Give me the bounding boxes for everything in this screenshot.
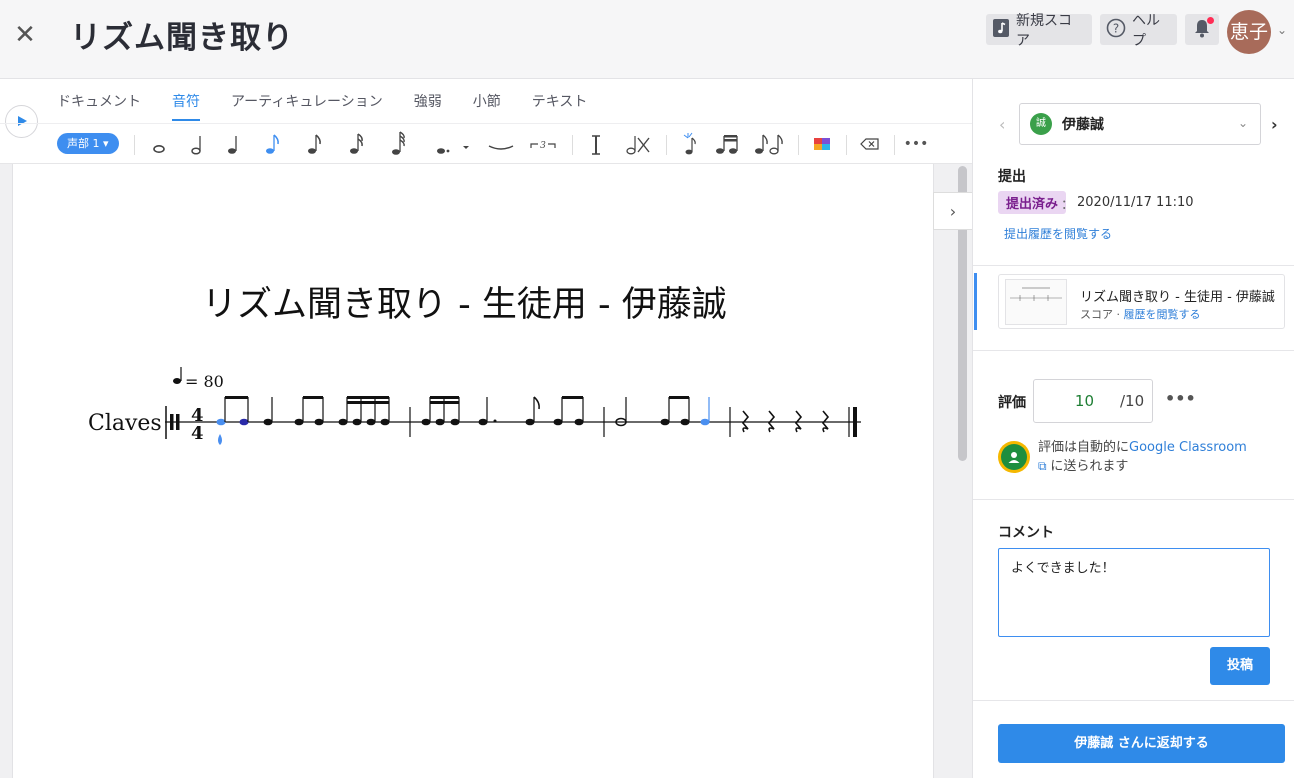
divider xyxy=(973,499,1294,500)
external-link-icon[interactable]: ⧉ xyxy=(1038,459,1050,473)
toolbar-tabs: ドキュメント 音符 アーティキュレーション 強弱 小節 テキスト xyxy=(57,91,618,121)
divider xyxy=(846,135,847,155)
chevron-right-icon: › xyxy=(949,202,957,221)
return-to-student-button[interactable]: 伊藤誠 さんに返却する xyxy=(998,724,1285,763)
post-button[interactable]: 投稿 xyxy=(1210,647,1270,685)
student-avatar: 誠 xyxy=(1030,113,1052,135)
cursor-marker xyxy=(218,434,222,445)
divider xyxy=(798,135,799,155)
score-file-icon xyxy=(992,18,1010,42)
divider xyxy=(134,135,135,155)
grace-note-icon[interactable] xyxy=(676,130,704,158)
student-name: 伊藤誠 xyxy=(1062,117,1104,133)
quarter-note-icon[interactable] xyxy=(220,130,248,158)
tempo-text: = 80 xyxy=(185,372,224,391)
tab-document[interactable]: ドキュメント xyxy=(57,91,141,121)
tab-text[interactable]: テキスト xyxy=(532,91,588,121)
divider xyxy=(572,135,573,155)
chevron-left-icon[interactable]: ‹ xyxy=(999,115,1005,134)
help-label: ヘルプ xyxy=(1132,12,1160,49)
tab-articulation[interactable]: アーティキュレーション xyxy=(231,91,383,121)
comment-heading: コメント xyxy=(998,525,1054,541)
beam-icon[interactable] xyxy=(712,130,742,158)
submission-history-link[interactable]: 提出履歴を閲覧する xyxy=(1004,225,1112,242)
divider xyxy=(973,265,1294,266)
remove-note-icon[interactable] xyxy=(622,130,652,158)
new-score-button[interactable]: 新規スコア xyxy=(986,13,1092,49)
classroom-sync-note: 評価は自動的にGoogle Classroom ⧉ に送られます xyxy=(1038,440,1247,474)
svg-text:3: 3 xyxy=(540,141,546,151)
comment-input[interactable]: よくできました！ xyxy=(998,548,1270,637)
submission-heading: 提出 xyxy=(998,169,1026,185)
time-separator: ： xyxy=(1061,198,1075,213)
collapse-panel-button[interactable]: › xyxy=(933,192,972,230)
score-page: リズム聞き取り - 生徒用 - 伊藤誠 = 80 Claves 4 4 xyxy=(12,164,934,778)
grade-heading: 評価 xyxy=(998,395,1026,411)
google-classroom-icon xyxy=(998,441,1030,473)
flagged-notes-icon[interactable] xyxy=(752,130,786,158)
thirty-second-note-icon[interactable] xyxy=(384,130,412,158)
chevron-right-icon[interactable]: › xyxy=(1271,115,1278,134)
page-title: リズム聞き取り xyxy=(70,20,294,56)
tuplet-icon[interactable]: 3 xyxy=(528,130,558,158)
delete-icon[interactable] xyxy=(856,130,884,158)
tab-dynamics[interactable]: 強弱 xyxy=(414,91,442,121)
score-card-title: リズム聞き取り - 生徒用 - 伊藤誠 xyxy=(1080,290,1275,305)
notifications-button[interactable] xyxy=(1185,14,1219,45)
score-card[interactable]: リズム聞き取り - 生徒用 - 伊藤誠 スコア · 履歴を閲覧する xyxy=(974,273,1285,330)
tie-icon[interactable] xyxy=(486,130,516,158)
student-select[interactable]: 誠 伊藤誠 ⌄ xyxy=(1019,103,1261,145)
review-panel: ‹ 誠 伊藤誠 ⌄ › 提出 提出済み ： 2020/11/17 11:10 提… xyxy=(972,79,1294,778)
instrument-name: Claves xyxy=(88,411,162,436)
score-thumbnail xyxy=(1005,279,1067,325)
grade-input[interactable]: 10 /10 xyxy=(1033,379,1153,423)
selection-indicator xyxy=(974,273,977,330)
divider xyxy=(973,700,1294,701)
chevron-down-icon: ⌄ xyxy=(1237,116,1248,130)
voice-label: 声部 1 xyxy=(67,137,100,150)
note-tools-row: 声部 1 ▾ 3 ••• xyxy=(0,123,972,164)
chevron-down-icon[interactable]: ⌄ xyxy=(1277,23,1287,37)
tab-measures[interactable]: 小節 xyxy=(473,91,501,121)
editor-toolbar: ドキュメント 音符 アーティキュレーション 強弱 小節 テキスト 声部 1 ▾ xyxy=(0,79,972,164)
submission-time: 2020/11/17 11:10 xyxy=(1077,195,1194,210)
more-icon[interactable]: ••• xyxy=(1165,389,1196,408)
tempo-marking: = 80 xyxy=(173,367,224,391)
help-button[interactable]: ? ヘルプ xyxy=(1100,13,1177,49)
status-badge: 提出済み xyxy=(998,191,1067,214)
eighth-note-icon[interactable] xyxy=(300,130,328,158)
score-notation: = 80 Claves 4 4 xyxy=(88,367,861,445)
half-note-icon[interactable] xyxy=(184,130,212,158)
tab-notes[interactable]: 音符 xyxy=(172,91,200,121)
score-history-link[interactable]: 履歴を閲覧する xyxy=(1124,308,1201,321)
more-icon[interactable]: ••• xyxy=(902,130,930,158)
stem-icon[interactable] xyxy=(582,130,610,158)
notification-dot xyxy=(1207,17,1214,24)
score-card-meta: スコア · 履歴を閲覧する xyxy=(1080,308,1201,321)
grade-max: /10 xyxy=(1120,392,1145,410)
time-sig-bottom: 4 xyxy=(191,423,204,444)
close-button[interactable]: ✕ xyxy=(10,20,40,50)
dotted-note-icon[interactable] xyxy=(426,130,472,158)
divider xyxy=(894,135,895,155)
grade-value[interactable]: 10 xyxy=(1034,392,1094,410)
eighth-note-icon[interactable] xyxy=(258,130,286,158)
svg-text:?: ? xyxy=(1113,21,1119,35)
whole-note-icon[interactable] xyxy=(145,130,173,158)
divider xyxy=(666,135,667,155)
user-avatar[interactable]: 恵子 xyxy=(1227,10,1271,54)
app-header: ✕ リズム聞き取り 新規スコア ? ヘルプ 恵子 ⌄ xyxy=(0,0,1294,79)
sixteenth-note-icon[interactable] xyxy=(342,130,370,158)
new-score-label: 新規スコア xyxy=(1016,12,1072,49)
google-classroom-link[interactable]: Google Classroom xyxy=(1129,440,1247,455)
help-icon: ? xyxy=(1106,18,1126,42)
color-palette-icon[interactable] xyxy=(808,130,836,158)
divider xyxy=(973,350,1294,351)
percussion-clef xyxy=(170,414,174,430)
score-viewport: リズム聞き取り - 生徒用 - 伊藤誠 = 80 Claves 4 4 › xyxy=(0,164,972,778)
voice-selector[interactable]: 声部 1 ▾ xyxy=(57,133,119,154)
